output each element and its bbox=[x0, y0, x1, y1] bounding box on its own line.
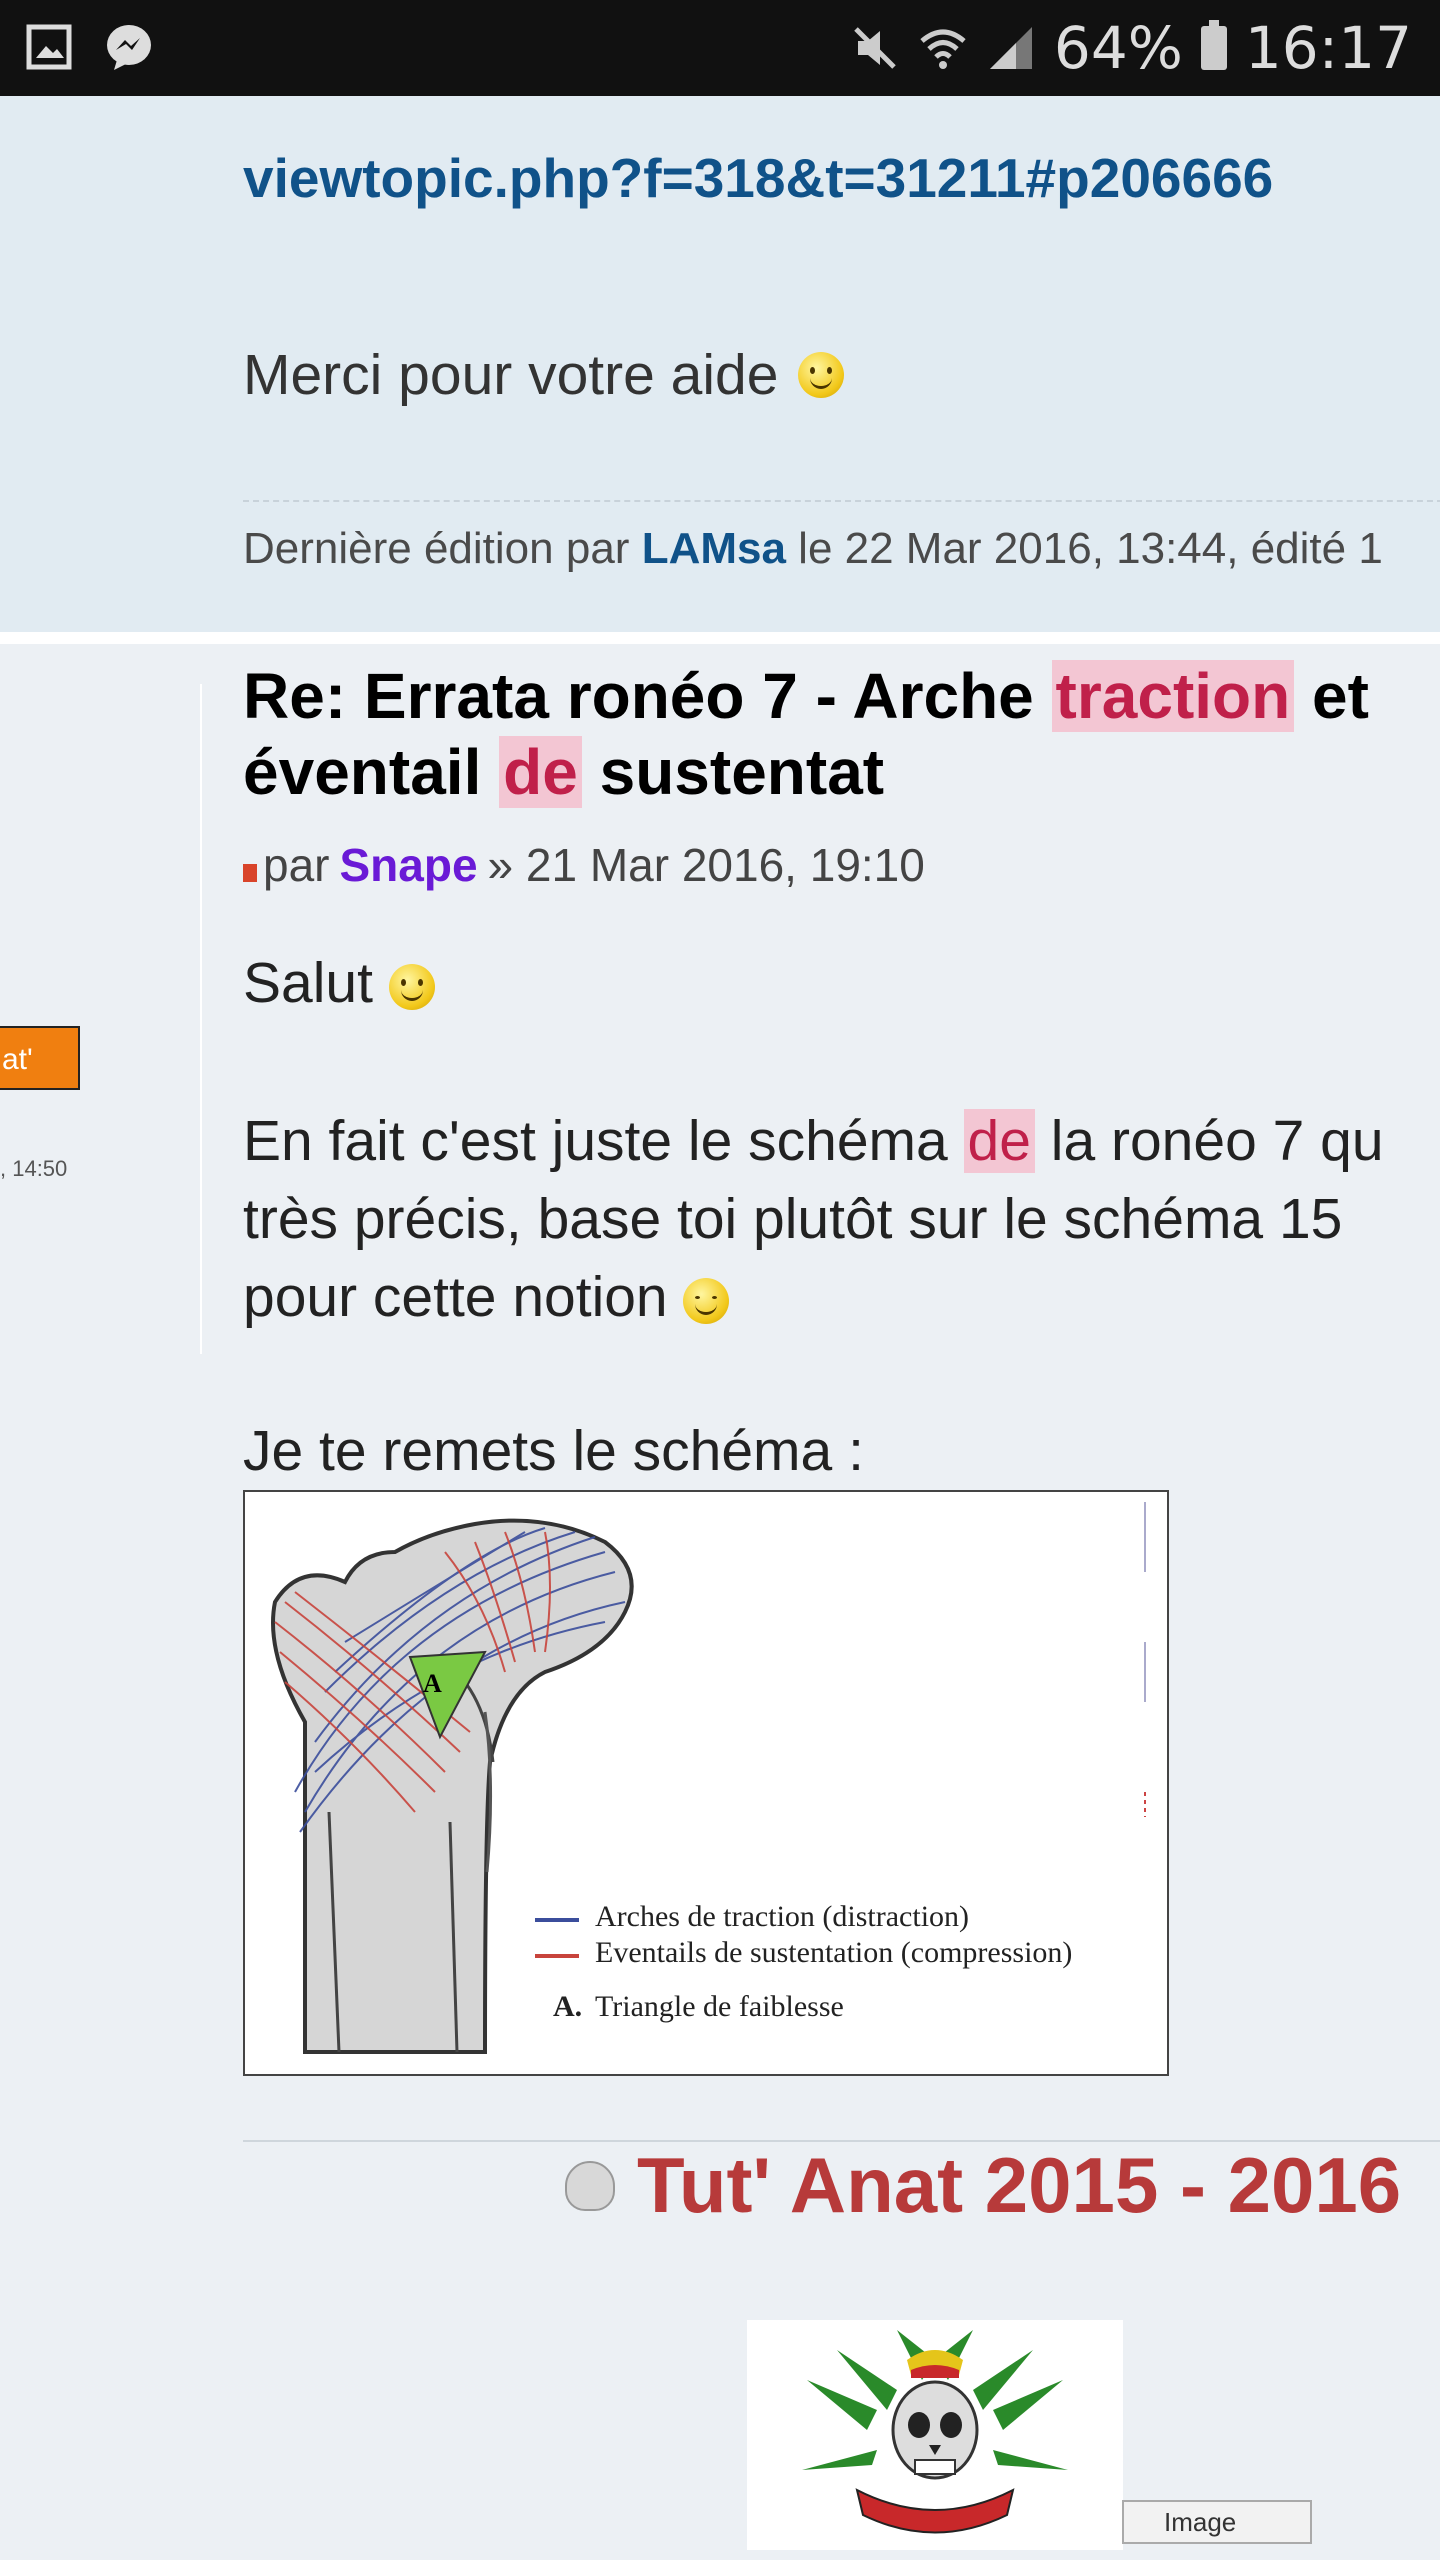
search-highlight: de bbox=[499, 736, 582, 808]
title-text: Re: Errata ronéo 7 - Arche bbox=[243, 660, 1052, 732]
title-text: éventail bbox=[243, 736, 500, 808]
skull-icon bbox=[565, 2160, 615, 2211]
femur-schema-image: A Arches de traction (distraction) Event… bbox=[243, 1490, 1169, 2076]
edit-suffix: le 22 Mar 2016, 13:44, édité 1 bbox=[798, 524, 1383, 573]
legend-triangle-key: A. bbox=[553, 1990, 583, 2023]
line-text: pour cette notion bbox=[243, 1265, 668, 1329]
search-highlight: de bbox=[963, 1109, 1035, 1173]
gallery-icon bbox=[26, 24, 72, 70]
skull-logo bbox=[802, 2330, 1068, 2534]
signature-text: Tut' Anat 2015 - 2016 bbox=[637, 2141, 1402, 2229]
smile-icon bbox=[388, 963, 435, 1010]
post-greeting: Salut bbox=[243, 944, 435, 1022]
legend-traction: Arches de traction (distraction) bbox=[595, 1900, 970, 1933]
triangle-label: A bbox=[423, 1669, 442, 1698]
author-link[interactable]: Snape bbox=[339, 838, 477, 892]
mute-icon bbox=[854, 27, 896, 69]
profile-divider bbox=[200, 684, 202, 1354]
legend-triangle: Triangle de faiblesse bbox=[595, 1990, 844, 2023]
wifi-icon bbox=[920, 29, 966, 69]
greeting-text: Salut bbox=[243, 951, 373, 1015]
femur-diagram: A bbox=[271, 1502, 1146, 2054]
line-text: En fait c'est juste le schéma bbox=[243, 1109, 964, 1173]
profile-time: , 14:50 bbox=[0, 1156, 68, 1181]
post-line-3: pour cette notion bbox=[243, 1258, 730, 1336]
post-icon[interactable] bbox=[243, 864, 257, 882]
edit-user-link[interactable]: LAMsa bbox=[642, 524, 786, 573]
status-bar: 64% 16:17 bbox=[0, 0, 1440, 96]
post-line-4: Je te remets le schéma : bbox=[243, 1419, 864, 1483]
signature-title: Tut' Anat 2015 - 2016 bbox=[565, 2140, 1401, 2231]
post-message: Merci pour votre aide bbox=[243, 342, 845, 408]
divider bbox=[243, 500, 1440, 502]
rank-button[interactable]: at' bbox=[0, 1026, 80, 1090]
signature-image bbox=[747, 2320, 1123, 2550]
clock: 16:17 bbox=[1244, 14, 1412, 82]
post-meta: par Snape » 21 Mar 2016, 19:10 bbox=[243, 838, 925, 892]
smile-icon bbox=[798, 352, 845, 398]
line-text: la ronéo 7 qu bbox=[1034, 1109, 1384, 1173]
title-text: et bbox=[1294, 660, 1369, 732]
broken-image: Image bbox=[1122, 2500, 1312, 2544]
search-highlight: traction bbox=[1051, 660, 1295, 732]
signal-icon bbox=[989, 27, 1032, 69]
legend-blue-swatch bbox=[535, 1918, 579, 1922]
message-text: Merci pour votre aide bbox=[243, 343, 779, 407]
title-text: sustentat bbox=[581, 736, 885, 808]
messenger-icon bbox=[107, 25, 151, 70]
post-line-1: En fait c'est juste le schéma de la roné… bbox=[243, 1102, 1384, 1180]
post-title[interactable]: Re: Errata ronéo 7 - Arche traction et é… bbox=[243, 658, 1440, 810]
post-line-2: très précis, base toi plutôt sur le sché… bbox=[243, 1187, 1343, 1251]
topic-link[interactable]: viewtopic.php?f=318&t=31211#p206666 bbox=[243, 146, 1273, 210]
wink-icon bbox=[683, 1277, 730, 1324]
edit-note: Dernière édition par LAMsa le 22 Mar 201… bbox=[243, 524, 1383, 574]
legend-red-swatch bbox=[535, 1954, 579, 1958]
legend-sustentation: Eventails de sustentation (compression) bbox=[595, 1936, 1073, 1969]
post-date: » 21 Mar 2016, 19:10 bbox=[487, 839, 925, 891]
battery-icon bbox=[1200, 20, 1227, 70]
previous-post: viewtopic.php?f=318&t=31211#p206666 Merc… bbox=[0, 96, 1440, 632]
meta-by: par bbox=[263, 839, 330, 891]
battery-percent: 64% bbox=[1053, 14, 1183, 82]
post: at' , 14:50 Re: Errata ronéo 7 - Arche t… bbox=[0, 644, 1440, 2560]
edit-prefix: Dernière édition par bbox=[243, 524, 630, 573]
post-separator bbox=[0, 632, 1440, 644]
